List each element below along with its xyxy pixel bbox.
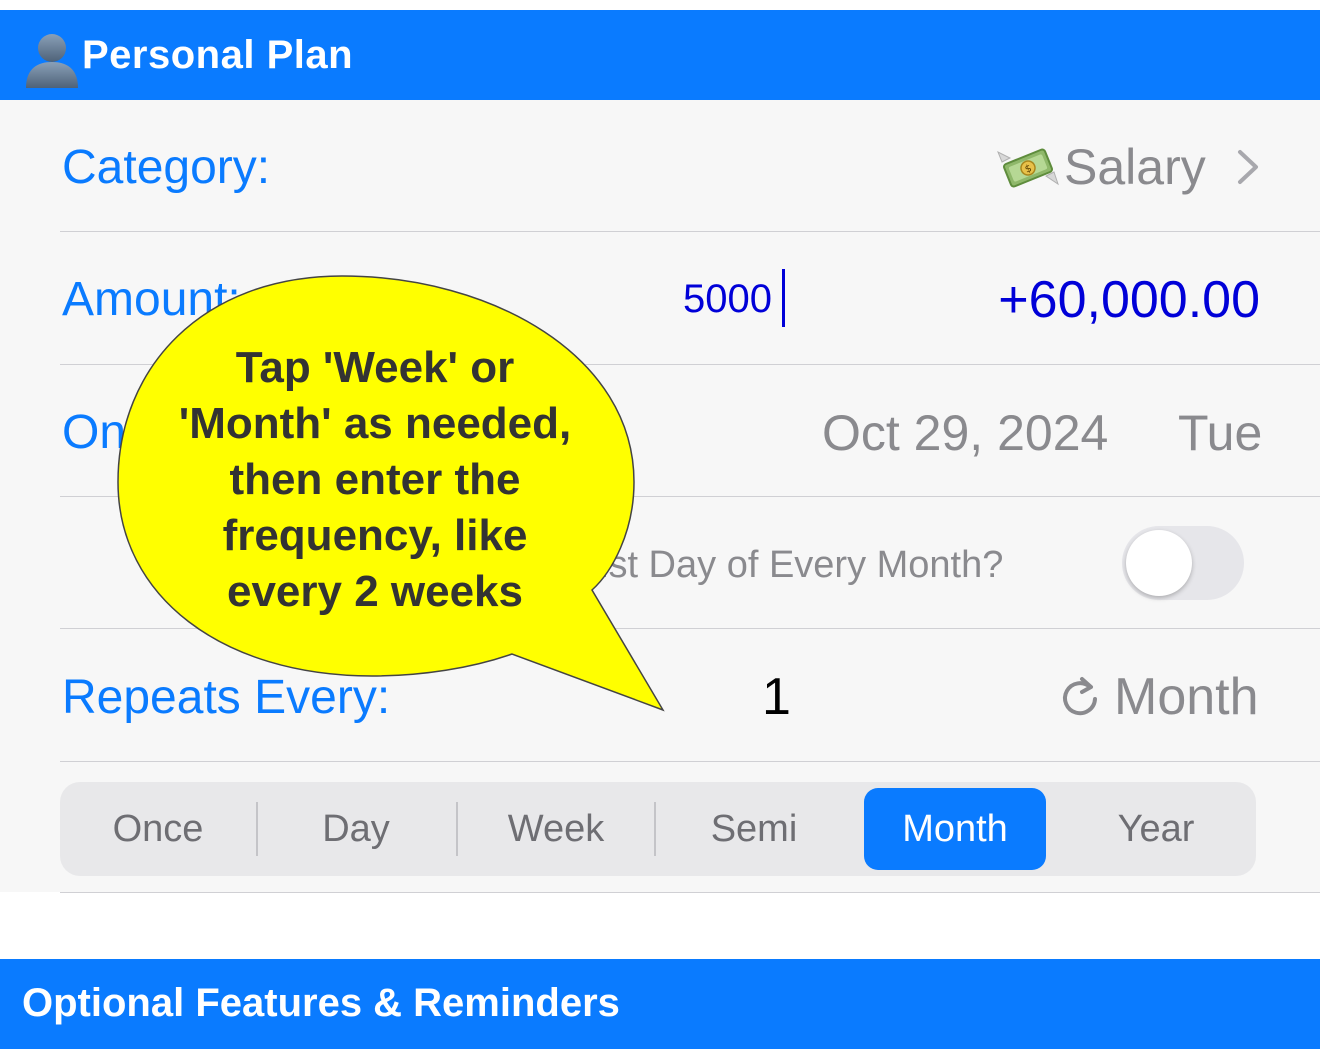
segment-once[interactable]: Once xyxy=(60,788,256,870)
divider xyxy=(60,892,1320,893)
callout-line: Tap 'Week' or xyxy=(235,343,515,392)
toggle-knob xyxy=(1126,530,1192,596)
segment-semi[interactable]: Semi xyxy=(656,788,852,870)
callout-line: then enter the xyxy=(229,455,521,504)
callout-line: every 2 weeks xyxy=(226,567,524,616)
chevron-right-icon[interactable] xyxy=(1236,148,1260,186)
category-label: Category: xyxy=(62,141,271,194)
callout-text: Tap 'Week' or 'Month' as needed, then en… xyxy=(120,340,630,620)
optional-features-header[interactable]: Optional Features & Reminders xyxy=(0,959,1320,1049)
weekday-value: Tue xyxy=(1178,405,1263,461)
divider xyxy=(60,231,1320,232)
category-value[interactable]: Salary xyxy=(1064,138,1206,196)
date-value[interactable]: Oct 29, 2024 xyxy=(822,404,1108,462)
personal-plan-header: Personal Plan xyxy=(0,10,1320,100)
repeat-unit: Month xyxy=(1114,668,1259,726)
callout-line: frequency, like xyxy=(222,511,528,560)
segment-month[interactable]: Month xyxy=(864,788,1046,870)
person-icon xyxy=(26,34,78,88)
segment-day[interactable]: Day xyxy=(258,788,454,870)
page-title: Personal Plan xyxy=(82,33,354,77)
amount-total: +60,000.00 xyxy=(998,271,1260,329)
segment-year[interactable]: Year xyxy=(1058,788,1254,870)
callout-line: 'Month' as needed, xyxy=(178,399,572,448)
repeat-icon xyxy=(1063,677,1097,716)
segment-week[interactable]: Week xyxy=(458,788,654,870)
divider xyxy=(60,761,1320,762)
app-screen: Personal Plan Category: $ Salary Amount:… xyxy=(0,0,1320,1053)
text-cursor xyxy=(782,269,785,327)
repeat-count-input[interactable]: 1 xyxy=(762,668,791,726)
last-day-toggle[interactable] xyxy=(1122,526,1244,600)
money-with-wings-icon[interactable]: $ xyxy=(996,138,1060,198)
amount-input[interactable]: 5000 xyxy=(683,276,772,322)
frequency-segmented-control: Once Day Week Semi Month Year xyxy=(60,782,1256,876)
section-title: Optional Features & Reminders xyxy=(22,981,620,1025)
